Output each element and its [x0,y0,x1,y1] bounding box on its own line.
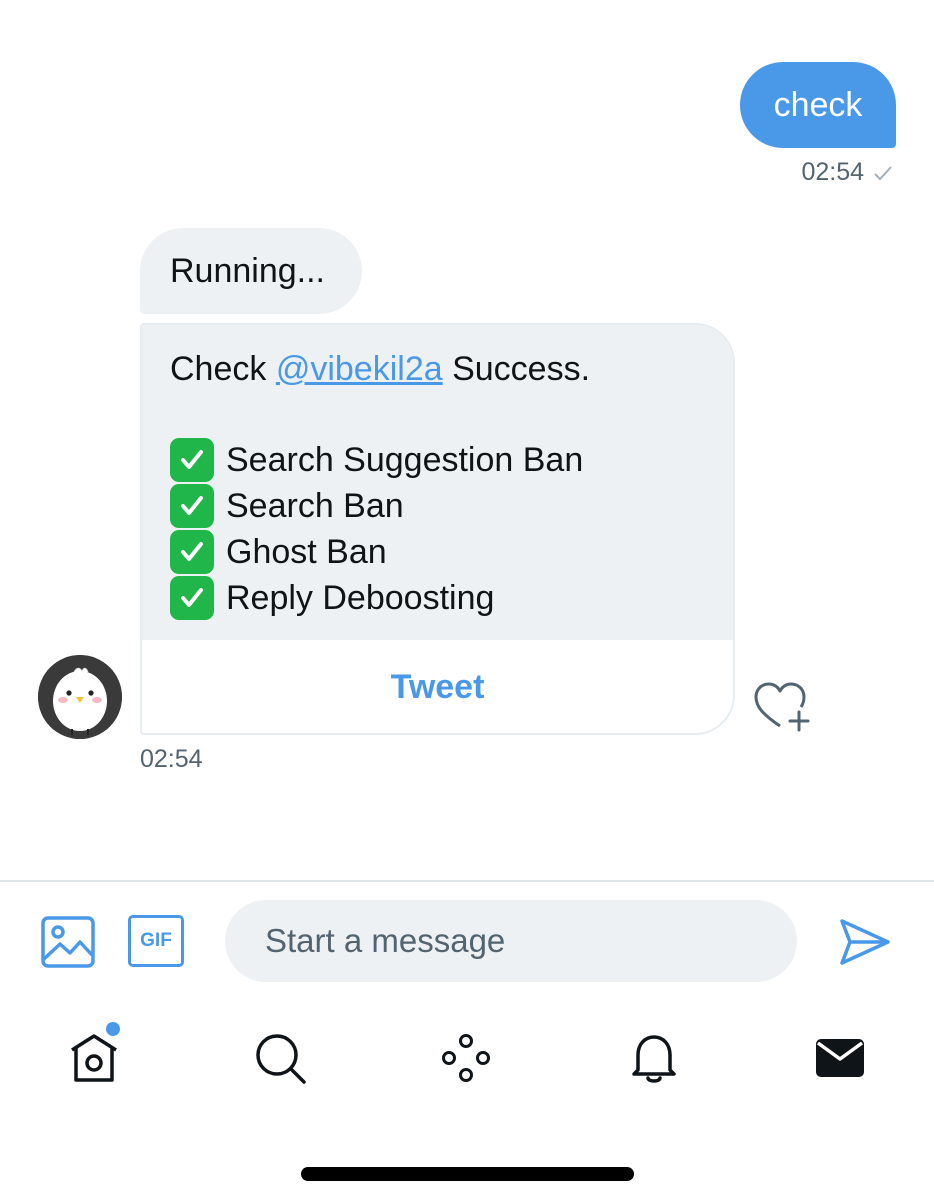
sent-message-time: 02:54 [801,158,864,186]
tweet-button[interactable]: Tweet [142,640,733,733]
message-input[interactable] [225,900,797,982]
green-check-icon [170,576,214,620]
running-text: Running... [170,251,325,290]
check-item: Reply Deboosting [170,576,494,620]
check-item-label: Reply Deboosting [226,578,495,617]
spaces-icon[interactable] [438,1030,494,1086]
card-body: Check @vibekil2a Success. Search Suggest… [142,325,733,640]
gif-icon[interactable]: GIF [128,915,184,967]
mention-link[interactable]: @vibekil2a [276,350,443,388]
image-icon[interactable] [40,915,96,969]
sent-message-meta: 02:54 [801,158,894,187]
tweet-button-label: Tweet [390,668,485,706]
check-item: Search Ban [170,484,404,528]
home-notification-dot [106,1022,120,1036]
check-item-label: Ghost Ban [226,532,387,571]
bird-avatar-icon [38,655,122,739]
search-icon[interactable] [252,1030,308,1086]
gif-label: GIF [140,930,172,951]
received-message-running[interactable]: Running... [140,228,362,314]
received-message-time: 02:54 [140,745,203,773]
sent-message-text: check [773,85,863,124]
composer-divider [0,880,934,882]
card-status-prefix: Check [170,350,267,388]
check-item-label: Search Suggestion Ban [226,440,584,479]
green-check-icon [170,484,214,528]
check-item: Ghost Ban [170,530,387,574]
sent-check-icon [874,165,892,180]
green-check-icon [170,530,214,574]
green-check-icon [170,438,214,482]
check-item-label: Search Ban [226,486,404,525]
notifications-icon[interactable] [626,1030,682,1086]
messages-icon[interactable] [812,1030,868,1086]
home-indicator [301,1167,634,1181]
received-message-card[interactable]: Check @vibekil2a Success. Search Suggest… [140,323,735,735]
check-item: Search Suggestion Ban [170,438,583,482]
home-icon[interactable] [66,1030,122,1086]
sent-message-bubble[interactable]: check [740,62,896,148]
send-icon[interactable] [838,915,892,969]
heart-add-icon[interactable] [752,680,814,734]
avatar[interactable] [38,655,122,739]
card-status-suffix: Success. [452,350,591,388]
card-status-line: Check @vibekil2a Success. [170,350,590,389]
